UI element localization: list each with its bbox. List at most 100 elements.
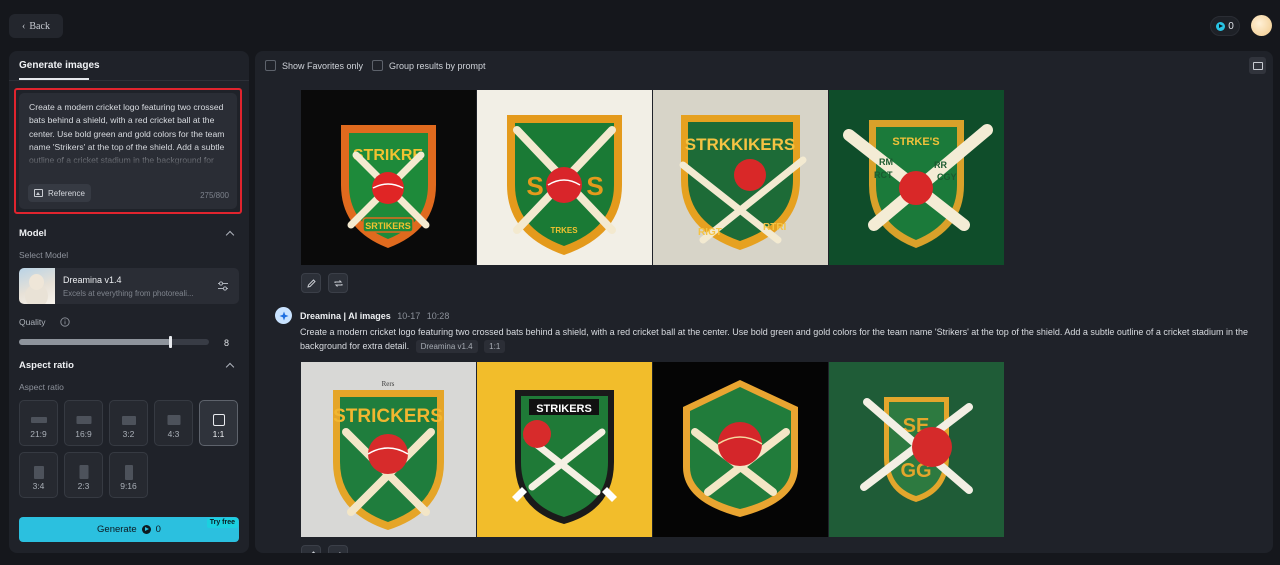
aspect-ratio-option[interactable]: 16:9 — [64, 400, 103, 446]
aspect-ratio-label: 4:3 — [167, 429, 180, 439]
aspect-ratio-option[interactable]: 1:1 — [199, 400, 238, 446]
aspect-ratio-shape-icon — [79, 465, 88, 479]
edit-button[interactable] — [301, 273, 321, 293]
tab-generate-images[interactable]: Generate images — [19, 60, 100, 71]
result-image-5[interactable]: Rers STRICKERS — [301, 362, 476, 537]
chevron-left-icon: ‹ — [22, 20, 26, 32]
logo-text: SRTIKERS — [365, 221, 411, 231]
generation-time: 10:28 — [426, 311, 450, 321]
show-favorites-label: Show Favorites only — [282, 60, 364, 71]
logo-text: STRKKIKERS — [685, 135, 796, 154]
quality-slider-handle[interactable] — [169, 336, 172, 348]
generation-author: Dreamina | AI images — [300, 311, 391, 321]
quality-value: 8 — [224, 338, 230, 348]
generate-panel: Generate images Create a modern cricket … — [9, 51, 249, 553]
model-section-title: Model — [19, 228, 47, 239]
dreamina-logo-icon — [275, 307, 292, 324]
sliders-icon[interactable] — [217, 280, 229, 292]
generate-button[interactable]: Generate 0 Try free — [19, 517, 239, 542]
aspect-ratio-label: 21:9 — [30, 429, 47, 439]
model-selector[interactable]: Dreamina v1.4 Excels at everything from … — [19, 268, 239, 304]
show-favorites-checkbox[interactable]: Show Favorites only — [265, 60, 363, 71]
cricket-logo-image: STRIKRE SRTIKERS — [301, 90, 476, 265]
aspect-ratio-option[interactable]: 3:4 — [19, 452, 58, 498]
aspect-ratio-shape-icon — [212, 414, 225, 426]
credits-badge[interactable]: 0 — [1210, 16, 1240, 36]
credit-coin-icon — [1216, 21, 1226, 31]
cricket-logo-image: STRKE'S RM RCT RR CGY — [829, 90, 1004, 265]
logo-text: CGY — [937, 172, 957, 182]
results-panel: Show Favorites only Group results by pro… — [255, 51, 1273, 553]
reference-label: Reference — [48, 188, 85, 198]
cricket-logo-image — [653, 362, 828, 537]
logo-text: S — [586, 171, 603, 201]
regenerate-button[interactable] — [328, 545, 348, 553]
aspect-ratio-option[interactable]: 9:16 — [109, 452, 148, 498]
cricket-logo-image: Rers STRICKERS — [301, 362, 476, 537]
quality-slider-fill — [19, 339, 171, 345]
prompt-highlight: Create a modern cricket logo featuring t… — [14, 88, 242, 214]
info-icon[interactable] — [60, 317, 70, 327]
aspect-ratio-shape-icon — [121, 415, 136, 425]
model-description: Excels at everything from photoreali... — [63, 289, 194, 298]
logo-text: Rers — [382, 380, 395, 388]
cricket-logo-image: S S TRKES — [477, 90, 652, 265]
result-image-1[interactable]: STRIKRE SRTIKERS — [301, 90, 476, 265]
result-image-2[interactable]: S S TRKES — [477, 90, 652, 265]
folder-icon[interactable] — [1249, 57, 1266, 74]
logo-text: S — [526, 171, 543, 201]
prompt-input[interactable]: Create a modern cricket logo featuring t… — [19, 93, 237, 209]
prompt-text[interactable]: Create a modern cricket logo featuring t… — [29, 101, 227, 167]
logo-text: TRKES — [550, 226, 578, 235]
aspect-ratio-option[interactable]: 3:2 — [109, 400, 148, 446]
model-collapse-chevron-icon[interactable] — [225, 230, 235, 240]
model-thumbnail — [19, 268, 55, 304]
aspect-ratio-shape-icon — [167, 415, 180, 425]
aspect-ratio-label: 3:4 — [32, 481, 45, 491]
regenerate-button[interactable] — [328, 273, 348, 293]
result-image-7[interactable] — [653, 362, 828, 537]
group-by-prompt-checkbox[interactable]: Group results by prompt — [372, 60, 486, 71]
cricket-logo-image: STRKKIKERS RIGT RTRI — [653, 90, 828, 265]
generation-date: 10-17 — [397, 311, 421, 321]
result-image-4[interactable]: STRKE'S RM RCT RR CGY — [829, 90, 1004, 265]
aspect-ratio-shape-icon — [124, 464, 133, 480]
pencil-icon — [306, 278, 316, 288]
edit-button[interactable] — [301, 545, 321, 553]
logo-text: RTRI — [763, 222, 787, 233]
aspect-ratio-shape-icon — [33, 465, 44, 479]
result-image-8[interactable]: SE GG — [829, 362, 1004, 537]
back-button[interactable]: ‹ Back — [9, 14, 63, 38]
image-icon — [34, 189, 43, 197]
logo-text: STRKE'S — [892, 136, 939, 148]
top-bar: ‹ Back 0 — [0, 0, 1280, 50]
char-count: 275/800 — [200, 191, 229, 200]
aspect-ratio-label: Aspect ratio — [19, 382, 64, 392]
checkbox[interactable] — [372, 60, 383, 71]
logo-text: RM — [879, 157, 893, 167]
reference-button[interactable]: Reference — [28, 184, 91, 202]
aspect-ratio-shape-icon — [30, 417, 47, 423]
checkbox[interactable] — [265, 60, 276, 71]
quality-slider[interactable] — [19, 336, 209, 348]
logo-text: STRICKERS — [333, 406, 443, 427]
cricket-logo-image: SE GG — [829, 362, 1004, 537]
credits-count: 0 — [1228, 20, 1234, 32]
logo-text: STRIKERS — [536, 403, 592, 415]
aspect-ratio-option[interactable]: 21:9 — [19, 400, 58, 446]
tab-underline — [19, 78, 89, 80]
aspect-ratio-option[interactable]: 4:3 — [154, 400, 193, 446]
aspect-ratio-option[interactable]: 2:3 — [64, 452, 103, 498]
result-image-3[interactable]: STRKKIKERS RIGT RTRI — [653, 90, 828, 265]
aspect-collapse-chevron-icon[interactable] — [225, 362, 235, 372]
repeat-icon — [334, 279, 342, 287]
pencil-icon — [310, 550, 316, 553]
generate-label: Generate — [97, 524, 137, 535]
group-by-prompt-label: Group results by prompt — [389, 60, 486, 71]
panel-tabs: Generate images — [9, 51, 249, 81]
quality-label: Quality — [19, 317, 46, 327]
logo-text: RR — [934, 160, 947, 170]
result-image-6[interactable]: STRIKERS — [477, 362, 652, 537]
try-free-badge: Try free — [206, 518, 238, 528]
avatar[interactable] — [1251, 15, 1272, 36]
